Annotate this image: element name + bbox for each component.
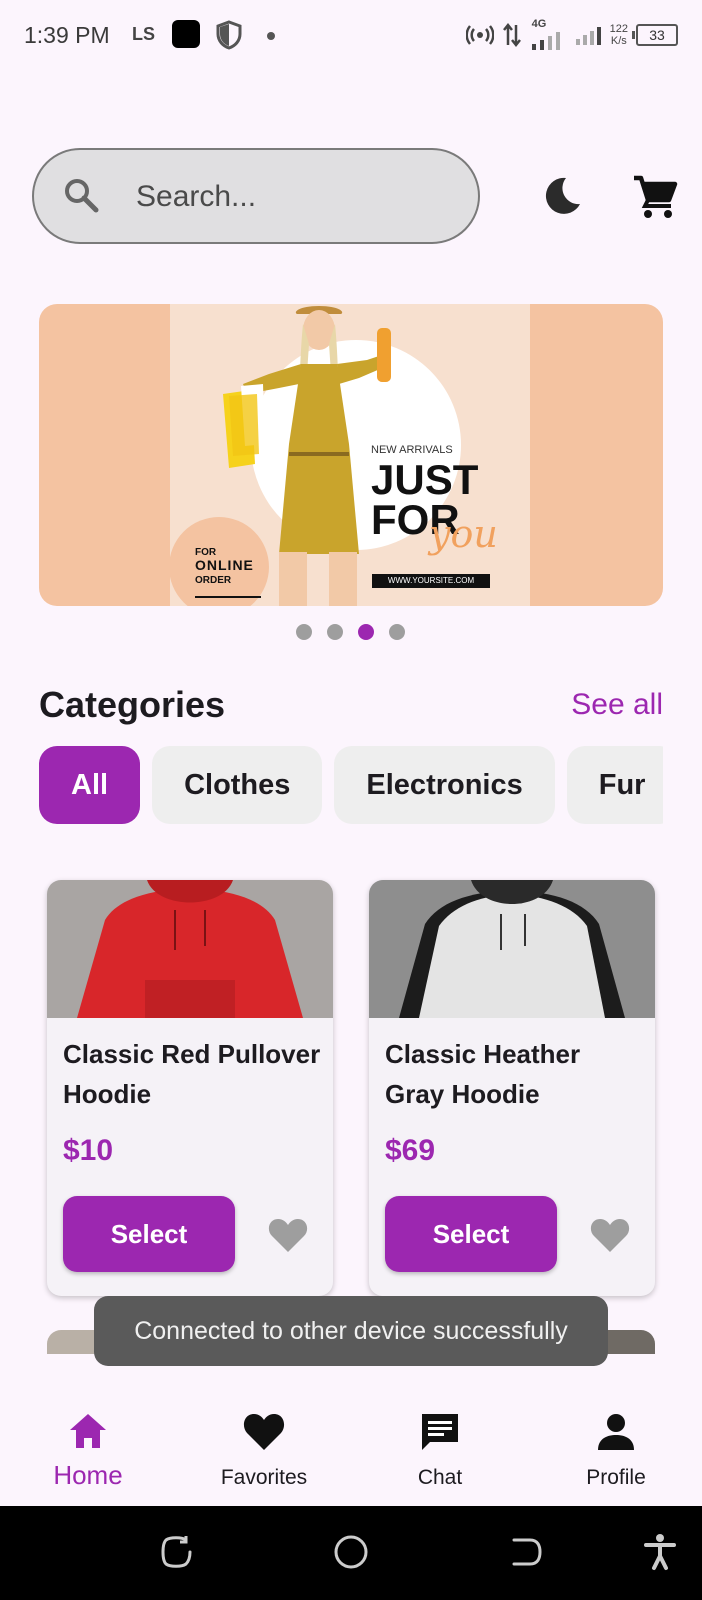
speed-unit: K/s	[610, 35, 627, 47]
signal-icon	[575, 27, 601, 45]
carousel-indicator	[296, 624, 405, 640]
recent-apps-icon[interactable]	[156, 1532, 196, 1572]
banner-script-text: you	[429, 512, 498, 556]
product-name: Classic Heather Gray Hoodie	[385, 1039, 581, 1109]
heart-icon[interactable]	[589, 1214, 631, 1256]
data-transfer-icon	[502, 23, 521, 47]
speed-value: 122	[609, 23, 628, 35]
product-price: $10	[63, 1134, 114, 1167]
banner-divider	[195, 596, 261, 598]
back-icon[interactable]	[506, 1532, 546, 1572]
banner-badge-bottom: ORDER	[195, 575, 232, 586]
hotspot-icon	[465, 25, 494, 45]
select-button[interactable]: Select	[63, 1196, 235, 1272]
heart-icon[interactable]	[267, 1214, 309, 1256]
search-bar[interactable]	[32, 148, 480, 244]
search-input[interactable]	[134, 172, 458, 222]
nav-item-favorites[interactable]: Favorites	[176, 1390, 352, 1506]
app-notification-icon	[172, 20, 200, 48]
home-icon	[70, 1414, 106, 1448]
carrier-badge: LS	[132, 24, 156, 44]
moon-icon[interactable]	[540, 174, 584, 218]
status-time: 1:39 PM	[24, 22, 110, 48]
toast-message: Connected to other device successfully	[94, 1296, 608, 1366]
nav-item-home[interactable]: Home	[0, 1390, 176, 1506]
product-card[interactable]: Classic Heather Gray Hoodie $69 Select	[369, 880, 655, 1296]
status-indicators: 4G 122 K/s 33	[465, 18, 678, 52]
category-chip-furniture[interactable]: Fur	[566, 746, 663, 824]
chat-icon	[422, 1414, 458, 1450]
banner-url: WWW.YOURSITE.COM	[372, 574, 490, 588]
see-all-link[interactable]: See all	[571, 688, 663, 722]
battery-icon: 33	[632, 24, 678, 46]
carousel-dot[interactable]	[296, 624, 312, 640]
nav-item-profile[interactable]: Profile	[528, 1390, 702, 1506]
category-chip-all[interactable]: All	[39, 746, 141, 824]
category-chip-clothes[interactable]: Clothes	[152, 746, 323, 824]
promo-banner[interactable]: NEW ARRIVALS JUST FOR you WWW.YOURSITE.C…	[39, 304, 663, 606]
shopping-cart-icon[interactable]	[632, 174, 678, 220]
banner-badge-main: ONLINE	[195, 557, 254, 573]
category-chip-electronics[interactable]: Electronics	[334, 746, 555, 824]
signal-4g-icon: 4G	[530, 18, 566, 50]
nav-label-home: Home	[53, 1460, 123, 1490]
banner-headline-line1: JUST	[371, 456, 479, 503]
carousel-dot[interactable]	[327, 624, 343, 640]
product-card[interactable]: Classic Red Pullover Hoodie $10 Select	[47, 880, 333, 1296]
carousel-dot-active[interactable]	[358, 624, 374, 640]
nav-item-chat[interactable]: Chat	[352, 1390, 528, 1506]
bottom-navigation: Home Favorites Chat Profile	[0, 1390, 702, 1506]
notification-dot-icon	[267, 32, 275, 40]
network-speed: 122 K/s	[610, 23, 628, 47]
product-image	[369, 880, 655, 1018]
heart-icon	[243, 1414, 285, 1450]
carousel-dot[interactable]	[389, 624, 405, 640]
banner-kicker: NEW ARRIVALS	[371, 444, 453, 456]
category-chips: All Clothes Electronics Fur	[39, 746, 663, 824]
system-navigation-bar	[0, 1506, 702, 1600]
network-type: 4G	[531, 18, 547, 30]
categories-title: Categories	[39, 684, 226, 725]
accessibility-icon[interactable]	[640, 1532, 680, 1572]
product-image	[47, 880, 333, 1018]
product-price: $69	[385, 1134, 436, 1167]
product-name: Classic Red Pullover Hoodie	[63, 1039, 321, 1109]
nav-label-chat: Chat	[417, 1466, 463, 1489]
search-icon	[62, 176, 100, 219]
nav-label-favorites: Favorites	[220, 1466, 308, 1489]
home-button-icon[interactable]	[331, 1532, 371, 1572]
app-screen: 1:39 PM LS 4G 122 K/s 33 Search... NEW A…	[0, 0, 702, 1600]
shield-icon	[216, 20, 242, 55]
nav-label-profile: Profile	[586, 1466, 646, 1489]
banner-online-badge: FOR ONLINE ORDER	[195, 546, 254, 587]
person-icon	[598, 1414, 634, 1450]
select-button[interactable]: Select	[385, 1196, 557, 1272]
status-bar: 1:39 PM LS 4G 122 K/s 33	[0, 0, 702, 70]
